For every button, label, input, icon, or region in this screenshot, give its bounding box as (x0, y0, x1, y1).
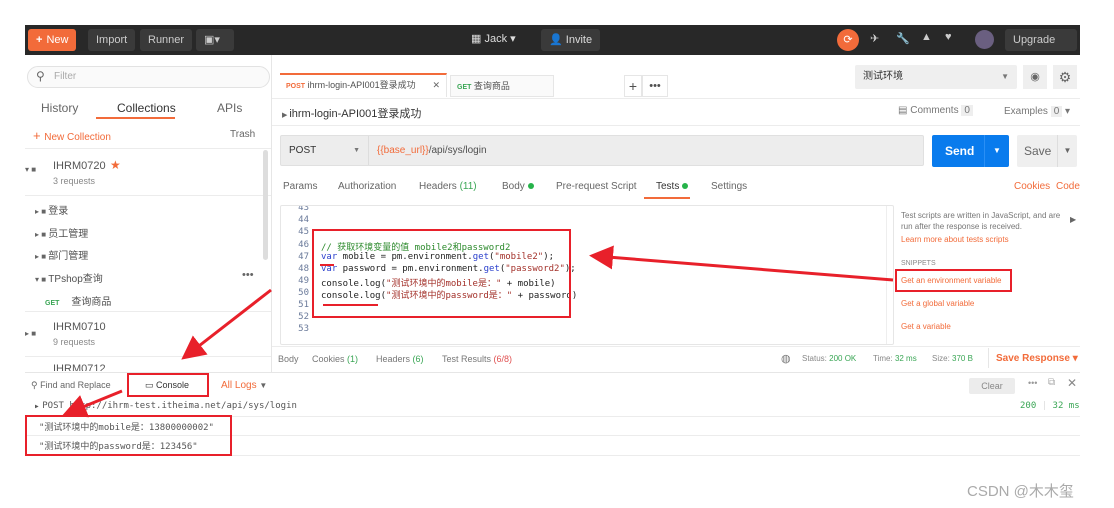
annotation-overlay (25, 229, 1012, 456)
annotation-arrow (589, 245, 894, 282)
annotation-arrow (181, 288, 272, 360)
annotation-box-console (127, 373, 209, 397)
annotation-box-snippet (895, 269, 1012, 292)
annotation-box-output (25, 415, 232, 456)
annotation-arrow (62, 389, 123, 418)
annotation-box-code (312, 229, 571, 318)
